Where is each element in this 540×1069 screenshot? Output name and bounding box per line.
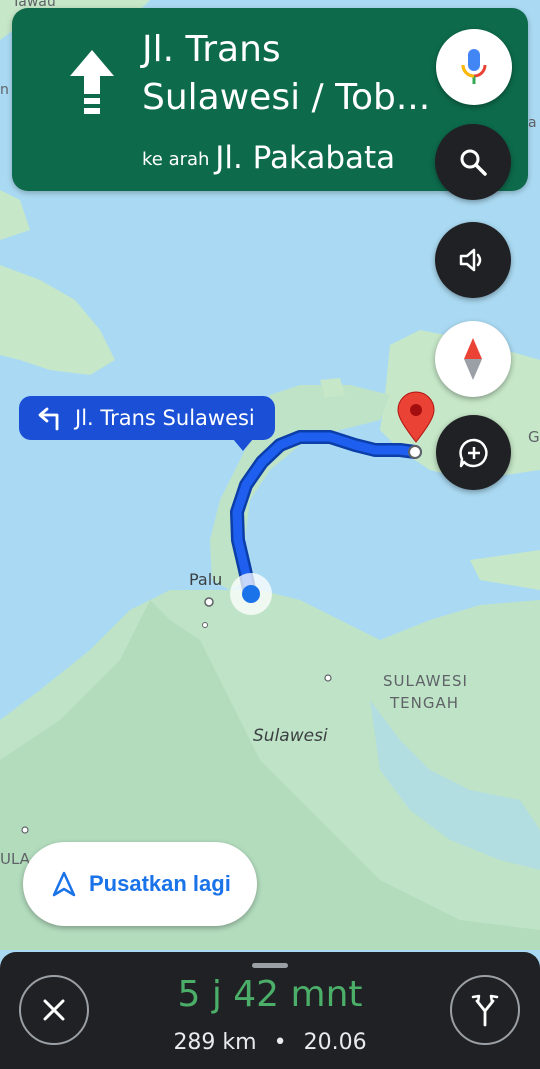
- add-report-icon: [458, 438, 488, 467]
- map-label-city: Palu: [189, 570, 223, 589]
- alternate-routes-icon: [471, 994, 499, 1027]
- current-street-name: Jl. Trans Sulawesi / Tob...: [142, 29, 431, 118]
- map-label-edge-right: G: [528, 428, 540, 446]
- mic-icon: [461, 49, 487, 84]
- search-icon: [460, 149, 487, 176]
- map-label-region-1: SULAWESI: [383, 672, 468, 690]
- volume-icon: [459, 248, 482, 272]
- add-report-button[interactable]: [436, 415, 511, 490]
- map-label-region-2: TENGAH: [390, 694, 460, 712]
- toward-text: ke arah Jl. Pakabata: [142, 140, 395, 176]
- sound-button[interactable]: [435, 222, 511, 298]
- navigation-arrow-icon: [52, 871, 76, 897]
- turn-left-icon: [38, 407, 59, 431]
- trip-summary-panel[interactable]: 5 j 42 mnt 289 km • 20.06: [0, 952, 540, 1069]
- map-label-edge-left-top: n: [0, 82, 9, 98]
- compass-icon: [464, 338, 482, 380]
- map-label-edge-right-top: a: [528, 115, 537, 131]
- map-label-edge-left: ULA: [0, 850, 30, 868]
- route-street-label: Jl. Trans Sulawesi: [19, 396, 275, 451]
- straight-arrow-icon: [70, 50, 114, 114]
- compass-button[interactable]: [435, 321, 511, 397]
- voice-search-button[interactable]: [436, 29, 512, 105]
- arrival-time: 20.06: [303, 1030, 367, 1055]
- recenter-button[interactable]: Pusatkan lagi: [23, 842, 257, 926]
- search-button[interactable]: [435, 124, 511, 200]
- trip-distance: 289 km: [173, 1030, 257, 1055]
- route-street-label-text: Jl. Trans Sulawesi: [75, 406, 255, 430]
- map-label-island: Sulawesi: [253, 726, 328, 746]
- alternate-routes-button[interactable]: [450, 975, 520, 1045]
- toward-street: Jl. Pakabata: [215, 140, 396, 176]
- recenter-label: Pusatkan lagi: [89, 871, 231, 896]
- trip-separator: •: [273, 1030, 287, 1055]
- drag-handle[interactable]: [252, 963, 288, 968]
- toward-prefix: ke arah: [142, 149, 210, 170]
